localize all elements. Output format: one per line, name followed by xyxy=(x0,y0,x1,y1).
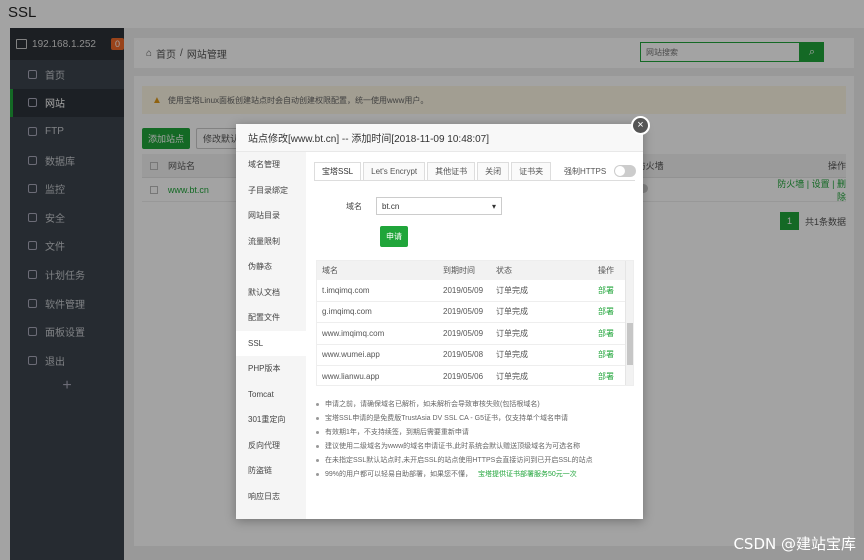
col-status: 状态 xyxy=(496,266,512,275)
col-action: 操作 xyxy=(598,266,614,275)
table-row: www.wumei.app 2019/05/08 订单完成 部署 xyxy=(317,345,633,366)
force-https-label: 强制HTTPS xyxy=(564,166,607,176)
note-item: 宝塔SSL申请的是免费版TrustAsia DV SSL CA - G5证书，仅… xyxy=(316,411,636,425)
tab-bt-ssl[interactable]: 宝塔SSL xyxy=(314,162,362,181)
cert-status: 订单完成 xyxy=(496,285,528,295)
domain-row: 域名 bt.cn ▾ xyxy=(346,197,502,215)
note-item: 在未指定SSL默认站点时,未开启SSL的站点使用HTTPS会直接访问到已开启SS… xyxy=(316,453,636,467)
domain-select-value: bt.cn xyxy=(382,201,400,211)
modal-title: 站点修改[www.bt.cn] -- 添加时间[2018-11-09 10:48… xyxy=(236,124,643,152)
bullet-icon xyxy=(316,416,319,420)
cert-expire: 2019/05/08 xyxy=(443,350,484,360)
note-text: 在未指定SSL默认站点时,未开启SSL的站点使用HTTPS会直接访问到已开启SS… xyxy=(325,457,593,464)
note-text: 宝塔SSL申请的是免费版TrustAsia DV SSL CA - G5证书，仅… xyxy=(325,415,568,422)
deploy-link[interactable]: 部署 xyxy=(598,328,624,339)
note-item: 建议使用二级域名为www的域名申请证书,此时系统会默认赠送顶级域名为可选名称 xyxy=(316,439,636,453)
menu-traffic[interactable]: 流量限制 xyxy=(236,229,306,255)
cert-table-scrollbar[interactable] xyxy=(625,261,633,385)
deploy-link[interactable]: 部署 xyxy=(598,285,624,296)
cert-domain: www.wumei.app xyxy=(322,350,380,360)
cert-status: 订单完成 xyxy=(496,328,528,338)
cert-expire: 2019/05/09 xyxy=(443,285,484,295)
apply-button[interactable]: 申请 xyxy=(380,226,408,247)
bullet-icon xyxy=(316,458,319,462)
note-item: 有效期1年，不支持续签，到期后需要重新申请 xyxy=(316,425,636,439)
cert-status: 订单完成 xyxy=(496,350,528,360)
force-https-toggle[interactable] xyxy=(614,165,637,177)
cert-domain: g.imqimq.com xyxy=(322,307,372,317)
cert-expire: 2019/05/06 xyxy=(443,371,484,381)
bullet-icon xyxy=(316,402,319,406)
cert-domain: www.imqimq.com xyxy=(322,328,385,338)
ssl-tabs: 宝塔SSL Let's Encrypt 其他证书 关闭 证书夹 xyxy=(314,162,553,181)
table-row: g.imqimq.com 2019/05/09 订单完成 部署 xyxy=(317,302,633,323)
note-item: 申请之前，请确保域名已解析，如未解析会导致审核失败(包括根域名) xyxy=(316,397,636,411)
menu-default-doc[interactable]: 默认文档 xyxy=(236,280,306,306)
menu-proxy[interactable]: 反向代理 xyxy=(236,433,306,459)
menu-tomcat[interactable]: Tomcat xyxy=(236,382,306,408)
menu-ssl[interactable]: SSL xyxy=(236,330,306,356)
cert-expire: 2019/05/09 xyxy=(443,307,484,317)
cert-domain: www.lianwu.app xyxy=(322,371,380,381)
table-row: www.lianwu.app 2019/05/06 订单完成 部署 xyxy=(317,366,633,385)
note-text: 申请之前，请确保域名已解析，如未解析会导致审核失败(包括根域名) xyxy=(325,401,540,408)
force-https: 强制HTTPS xyxy=(564,165,637,177)
deploy-link[interactable]: 部署 xyxy=(598,306,624,317)
bullet-icon xyxy=(316,430,319,434)
menu-log[interactable]: 响应日志 xyxy=(236,484,306,510)
ssl-panel: 宝塔SSL Let's Encrypt 其他证书 关闭 证书夹 强制HTTPS … xyxy=(306,152,643,519)
menu-config[interactable]: 配置文件 xyxy=(236,305,306,331)
deploy-link[interactable]: 部署 xyxy=(598,349,624,360)
menu-rewrite[interactable]: 伪静态 xyxy=(236,254,306,280)
deploy-service-link[interactable]: 宝塔提供证书部署服务50元一次 xyxy=(478,469,577,479)
domain-select[interactable]: bt.cn ▾ xyxy=(376,197,502,215)
chevron-down-icon: ▾ xyxy=(491,201,496,211)
note-item: 99%的用户都可以轻易自助部署，如果您不懂， 宝塔提供证书部署服务50元一次 xyxy=(316,467,636,481)
tab-lets-encrypt[interactable]: Let's Encrypt xyxy=(363,162,426,181)
menu-site-dir[interactable]: 网站目录 xyxy=(236,203,306,229)
domain-label: 域名 xyxy=(346,201,362,211)
close-icon[interactable]: × xyxy=(631,116,650,135)
cert-status: 订单完成 xyxy=(496,307,528,317)
col-domain: 域名 xyxy=(322,266,338,275)
note-text: 99%的用户都可以轻易自助部署，如果您不懂， xyxy=(325,471,473,478)
menu-redirect[interactable]: 301重定向 xyxy=(236,407,306,433)
menu-subdir[interactable]: 子目录绑定 xyxy=(236,178,306,204)
deploy-link[interactable]: 部署 xyxy=(598,371,624,382)
watermark: CSDN @建站宝库 xyxy=(733,535,856,553)
tab-close[interactable]: 关闭 xyxy=(477,162,510,181)
ssl-notes: 申请之前，请确保域名已解析，如未解析会导致审核失败(包括根域名) 宝塔SSL申请… xyxy=(316,397,636,481)
bullet-icon xyxy=(316,444,319,448)
table-row: www.imqimq.com 2019/05/09 订单完成 部署 xyxy=(317,323,633,345)
scroll-thumb[interactable] xyxy=(627,323,633,365)
col-expire: 到期时间 xyxy=(443,266,475,275)
cert-expire: 2019/05/09 xyxy=(443,328,484,338)
menu-domain[interactable]: 域名管理 xyxy=(236,152,306,178)
cert-table: 域名 到期时间 状态 操作 t.imqimq.com 2019/05/09 订单… xyxy=(316,260,634,386)
modal-side-menu: 域名管理 子目录绑定 网站目录 流量限制 伪静态 默认文档 配置文件 SSL P… xyxy=(236,152,306,519)
tab-cert-folder[interactable]: 证书夹 xyxy=(511,162,552,181)
bullet-icon xyxy=(316,472,319,476)
table-row: t.imqimq.com 2019/05/09 订单完成 部署 xyxy=(317,280,633,302)
note-text: 建议使用二级域名为www的域名申请证书,此时系统会默认赠送顶级域名为可选名称 xyxy=(325,443,581,450)
table-header: 域名 到期时间 状态 操作 xyxy=(317,261,633,280)
tab-other-cert[interactable]: 其他证书 xyxy=(427,162,476,181)
menu-hotlink[interactable]: 防盗链 xyxy=(236,458,306,484)
tab-divider xyxy=(314,180,635,181)
note-text: 有效期1年，不支持续签，到期后需要重新申请 xyxy=(325,429,469,436)
cert-status: 订单完成 xyxy=(496,371,528,381)
cert-domain: t.imqimq.com xyxy=(322,285,370,295)
site-edit-modal: 站点修改[www.bt.cn] -- 添加时间[2018-11-09 10:48… xyxy=(236,124,643,519)
menu-php[interactable]: PHP版本 xyxy=(236,356,306,382)
